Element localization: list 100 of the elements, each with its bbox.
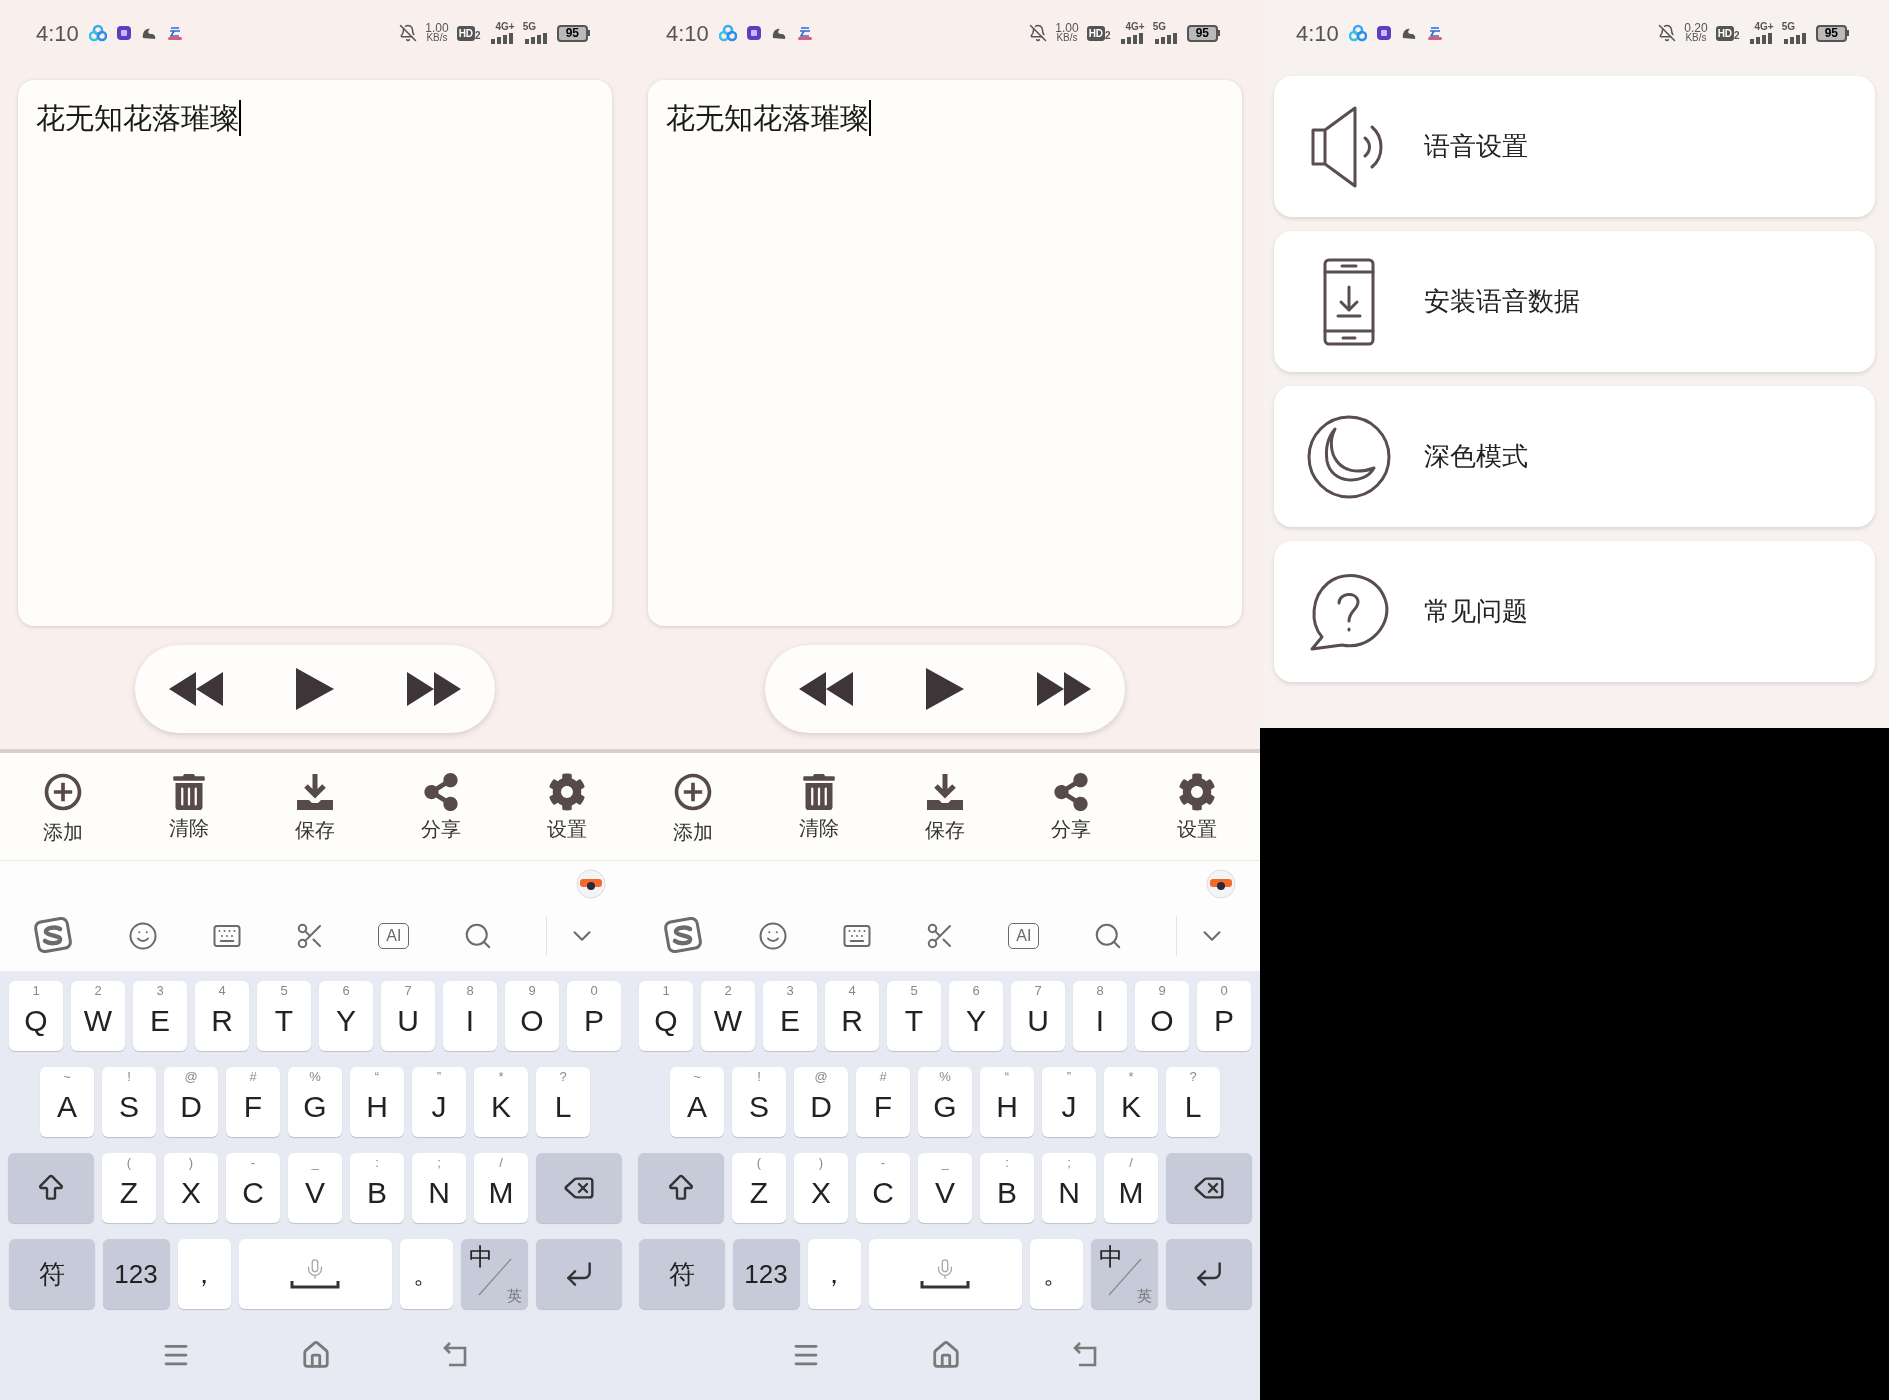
toolbar-button[interactable]: 添加 (43, 819, 83, 844)
space-key[interactable] (238, 1239, 392, 1309)
smiley-icon[interactable] (758, 921, 789, 951)
letter-key[interactable]: 1 Q (9, 981, 63, 1051)
letter-key[interactable]: @ D (794, 1067, 848, 1137)
letter-key[interactable]: “ H (980, 1067, 1034, 1137)
letter-key[interactable]: : B (350, 1153, 404, 1223)
period-key[interactable]: 。 (399, 1239, 453, 1309)
letter-key[interactable]: ; N (412, 1153, 466, 1223)
rewind-icon[interactable] (169, 672, 223, 706)
settings-card[interactable]: 语音设置 (1274, 76, 1875, 217)
letter-key[interactable]: ? L (1166, 1067, 1220, 1137)
letter-key[interactable]: 9 O (505, 981, 559, 1051)
letter-key[interactable]: / M (474, 1153, 528, 1223)
letter-key[interactable]: 0 P (1197, 981, 1251, 1051)
letter-key[interactable]: # F (856, 1067, 910, 1137)
letter-key[interactable]: 2 W (71, 981, 125, 1051)
letter-key[interactable]: _ V (918, 1153, 972, 1223)
language-key[interactable]: 中 英 (1090, 1239, 1158, 1309)
letter-key[interactable]: ! S (102, 1067, 156, 1137)
letter-key[interactable]: 6 Y (319, 981, 373, 1051)
letter-key[interactable]: 4 R (195, 981, 249, 1051)
home-icon[interactable] (931, 1339, 961, 1370)
comma-key[interactable]: ， (807, 1239, 861, 1309)
letter-key[interactable]: “ H (350, 1067, 404, 1137)
home-icon[interactable] (301, 1339, 331, 1370)
letter-key[interactable]: ” J (1042, 1067, 1096, 1137)
toolbar-button[interactable]: 设置 (1177, 816, 1217, 841)
back-icon[interactable] (1071, 1341, 1099, 1368)
letter-key[interactable]: - C (226, 1153, 280, 1223)
toolbar-button[interactable]: 添加 (673, 819, 713, 844)
letter-key[interactable]: ( Z (732, 1153, 786, 1223)
comma-key[interactable]: ， (177, 1239, 231, 1309)
letter-key[interactable]: ) X (164, 1153, 218, 1223)
settings-card[interactable]: 安装语音数据 (1274, 231, 1875, 372)
letter-key[interactable]: 6 Y (949, 981, 1003, 1051)
fast-forward-icon[interactable] (1037, 672, 1091, 706)
letter-key[interactable]: ” J (412, 1067, 466, 1137)
letter-key[interactable]: ( Z (102, 1153, 156, 1223)
letter-key[interactable]: % G (288, 1067, 342, 1137)
letter-key[interactable]: 2 W (701, 981, 755, 1051)
enter-key[interactable] (1165, 1239, 1252, 1309)
toolbar-button[interactable]: 设置 (547, 816, 587, 841)
letter-key[interactable]: 0 P (567, 981, 621, 1051)
letter-key[interactable]: 8 I (443, 981, 497, 1051)
letter-key[interactable]: 9 O (1135, 981, 1189, 1051)
letter-key[interactable]: 8 I (1073, 981, 1127, 1051)
shift-key[interactable] (8, 1153, 94, 1223)
play-icon[interactable] (294, 666, 336, 712)
toolbar-button[interactable]: 清除 (799, 815, 839, 840)
symbols-key[interactable]: 符 (638, 1239, 725, 1309)
letter-key[interactable]: 3 E (763, 981, 817, 1051)
letter-key[interactable]: - C (856, 1153, 910, 1223)
toolbar-button[interactable]: 保存 (925, 817, 965, 842)
letter-key[interactable]: 5 T (257, 981, 311, 1051)
backspace-key[interactable] (536, 1153, 622, 1223)
shift-key[interactable] (638, 1153, 724, 1223)
ai-button[interactable]: AI (378, 923, 410, 949)
ai-button[interactable]: AI (1008, 923, 1040, 949)
letter-key[interactable]: ! S (732, 1067, 786, 1137)
symbols-key[interactable]: 符 (8, 1239, 95, 1309)
settings-card[interactable]: 常见问题 (1274, 541, 1875, 682)
numbers-key[interactable]: 123 (102, 1239, 170, 1309)
toolbar-button[interactable]: 分享 (421, 816, 461, 841)
space-key[interactable] (868, 1239, 1022, 1309)
letter-key[interactable]: @ D (164, 1067, 218, 1137)
letter-key[interactable]: 1 Q (639, 981, 693, 1051)
period-key[interactable]: 。 (1029, 1239, 1083, 1309)
letter-key[interactable]: 3 E (133, 981, 187, 1051)
toolbar-button[interactable]: 分享 (1051, 816, 1091, 841)
letter-key[interactable]: ? L (536, 1067, 590, 1137)
toolbar-button[interactable]: 清除 (169, 815, 209, 840)
letter-key[interactable]: # F (226, 1067, 280, 1137)
letter-key[interactable]: _ V (288, 1153, 342, 1223)
language-key[interactable]: 中 英 (460, 1239, 528, 1309)
rewind-icon[interactable] (799, 672, 853, 706)
letter-key[interactable]: * K (474, 1067, 528, 1137)
smiley-icon[interactable] (128, 921, 159, 951)
text-editor-card[interactable]: 花无知花落璀璨 (18, 80, 612, 626)
text-editor-card[interactable]: 花无知花落璀璨 (648, 80, 1242, 626)
letter-key[interactable]: 5 T (887, 981, 941, 1051)
toolbar-button[interactable]: 保存 (295, 817, 335, 842)
backspace-key[interactable] (1166, 1153, 1252, 1223)
letter-key[interactable]: 7 U (381, 981, 435, 1051)
letter-key[interactable]: 4 R (825, 981, 879, 1051)
letter-key[interactable]: 7 U (1011, 981, 1065, 1051)
letter-key[interactable]: * K (1104, 1067, 1158, 1137)
letter-key[interactable]: : B (980, 1153, 1034, 1223)
back-icon[interactable] (441, 1341, 469, 1368)
play-icon[interactable] (924, 666, 966, 712)
letter-key[interactable]: ~ A (670, 1067, 724, 1137)
numbers-key[interactable]: 123 (732, 1239, 800, 1309)
fast-forward-icon[interactable] (407, 672, 461, 706)
letter-key[interactable]: % G (918, 1067, 972, 1137)
letter-key[interactable]: ~ A (40, 1067, 94, 1137)
letter-key[interactable]: ) X (794, 1153, 848, 1223)
letter-key[interactable]: / M (1104, 1153, 1158, 1223)
settings-card[interactable]: 深色模式 (1274, 386, 1875, 527)
letter-key[interactable]: ; N (1042, 1153, 1096, 1223)
enter-key[interactable] (535, 1239, 622, 1309)
